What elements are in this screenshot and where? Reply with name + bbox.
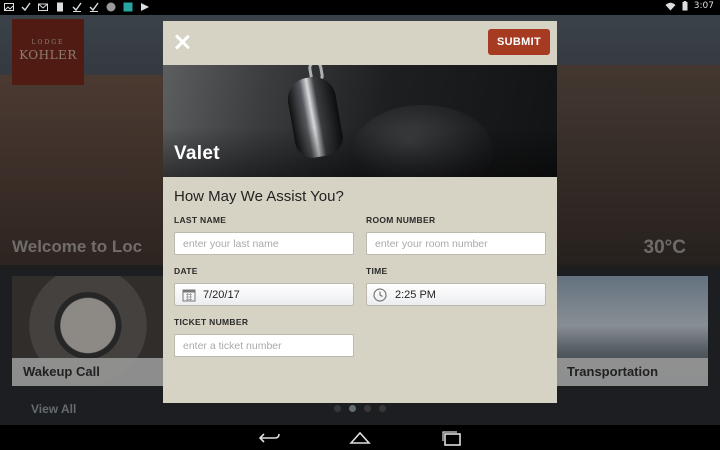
modal-header: SUBMIT xyxy=(163,21,557,65)
play-icon xyxy=(141,3,149,11)
date-label: DATE xyxy=(174,266,198,276)
clock-icon xyxy=(373,288,387,302)
valet-request-modal: SUBMIT Valet How May We Assist You? LAST… xyxy=(163,21,557,403)
valet-hero-image: Valet xyxy=(163,65,557,177)
back-icon[interactable] xyxy=(258,430,282,446)
time-picker[interactable]: 2:25 PM xyxy=(366,283,546,306)
app-icon xyxy=(106,2,116,12)
check-icon xyxy=(72,2,82,12)
date-picker[interactable]: 7/20/17 xyxy=(174,283,354,306)
mail-icon xyxy=(38,3,48,11)
image-icon xyxy=(4,3,14,11)
calendar-icon xyxy=(182,289,196,302)
room-number-label: ROOM NUMBER xyxy=(366,215,436,225)
battery-icon xyxy=(682,1,688,11)
app-icon xyxy=(123,2,133,12)
recents-icon[interactable] xyxy=(440,430,464,446)
clock-time: 3:07 xyxy=(693,1,714,11)
ticket-number-label: TICKET NUMBER xyxy=(174,317,249,327)
date-value: 7/20/17 xyxy=(203,288,240,301)
time-value: 2:25 PM xyxy=(395,288,436,301)
hero-shade xyxy=(163,127,557,177)
room-number-input[interactable] xyxy=(366,232,546,255)
status-bar: 3:07 xyxy=(0,0,720,15)
form-heading: How May We Assist You? xyxy=(174,188,344,205)
wifi-icon xyxy=(665,2,676,10)
last-name-label: LAST NAME xyxy=(174,215,227,225)
notification-icons xyxy=(4,2,150,12)
last-name-input[interactable] xyxy=(174,232,354,255)
navigation-bar xyxy=(0,425,720,450)
ticket-number-input[interactable] xyxy=(174,334,354,357)
check-icon xyxy=(89,2,99,12)
home-icon[interactable] xyxy=(348,430,372,446)
check-icon xyxy=(21,2,31,12)
time-label: TIME xyxy=(366,266,388,276)
screen: 3:07 LODGE KOHLER Welcome to Loc 30°C Wa… xyxy=(0,0,720,450)
submit-button[interactable]: SUBMIT xyxy=(488,29,550,55)
service-title: Valet xyxy=(174,143,220,164)
close-icon[interactable] xyxy=(172,32,192,52)
doc-icon xyxy=(57,2,63,12)
status-right: 3:07 xyxy=(665,1,714,11)
